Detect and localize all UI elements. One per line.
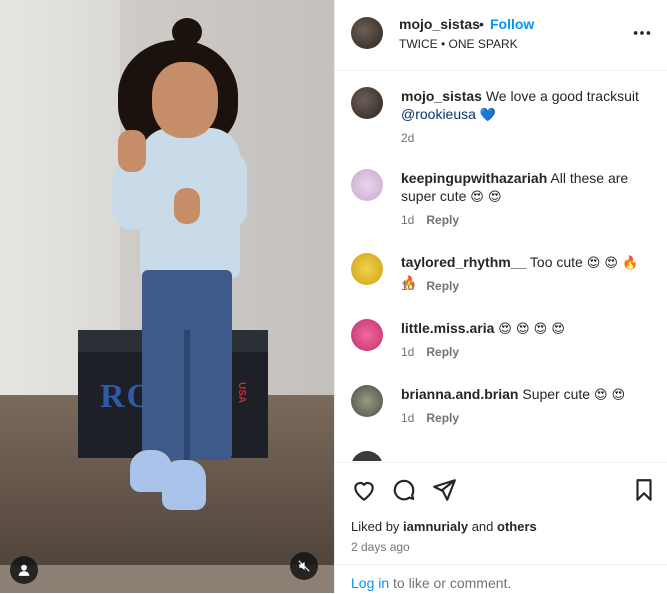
comment-time: 1d <box>401 279 415 293</box>
owner-avatar[interactable] <box>351 17 383 49</box>
comment-content: little.miss.aria 😍 😍 😍 😍 <box>401 319 656 339</box>
comment-emoji: 😍 😍 <box>593 388 626 403</box>
bookmark-icon[interactable] <box>631 477 657 503</box>
post-date: 2 days ago <box>351 540 410 554</box>
reply-button[interactable]: Reply <box>426 411 459 425</box>
audio-track-link[interactable]: TWICE • ONE SPARK <box>399 37 518 51</box>
share-paper-plane-icon[interactable] <box>431 477 457 503</box>
comment-time: 1d <box>401 411 415 425</box>
login-prompt: Log in to like or comment. <box>351 575 511 591</box>
likes-summary: Liked by iamnurialy and others <box>351 519 537 534</box>
liked-and: and <box>471 519 494 534</box>
login-text: to like or comment. <box>393 575 512 591</box>
reply-button[interactable]: Reply <box>426 345 459 359</box>
comment-username[interactable]: little.miss.aria <box>401 320 494 336</box>
post-header: mojo_sistas • Follow TWICE • ONE SPARK <box>335 0 667 71</box>
tagged-user-button[interactable] <box>10 556 38 584</box>
child-bun <box>172 18 202 46</box>
separator-dot: • <box>479 16 484 32</box>
comment-username[interactable]: taylored_rhythm__ <box>401 254 526 270</box>
caption-text: mojo_sistas We love a good tracksuit @ro… <box>401 87 656 125</box>
child-hand <box>174 188 200 224</box>
reply-button[interactable]: Reply <box>426 279 459 293</box>
child-shoe <box>162 460 206 510</box>
comment-meta: 1d Reply <box>401 345 459 359</box>
post-media[interactable]: RO E USA <box>0 0 334 593</box>
comment-time: 2d <box>401 131 415 145</box>
rug <box>0 565 334 593</box>
login-bar: Log in to like or comment. <box>335 564 667 594</box>
comment-content: brianna.and.brian Super cute 😍 😍 <box>401 385 656 405</box>
login-link[interactable]: Log in <box>351 575 389 591</box>
comment-time: 1d <box>401 213 415 227</box>
comment-meta: 1d Reply <box>401 213 459 227</box>
user-icon <box>18 564 30 576</box>
mention-link[interactable]: @rookieusa <box>401 106 476 122</box>
comment-bubble-icon[interactable] <box>391 477 417 503</box>
comment-text: Too cute <box>529 254 583 270</box>
comment-text: Super cute <box>522 386 591 402</box>
comments-list[interactable]: mojo_sistas We love a good tracksuit @ro… <box>335 71 667 461</box>
liked-others-link[interactable]: others <box>497 519 537 534</box>
comment-content: keepingupwithazariah All these are super… <box>401 169 656 207</box>
more-options-icon[interactable] <box>631 22 653 44</box>
child-hand <box>118 130 146 172</box>
pants-split <box>184 330 190 460</box>
comment-username[interactable]: keepingupwithazariah <box>401 170 547 186</box>
owner-username[interactable]: mojo_sistas <box>399 16 480 32</box>
comment-meta: 1d Reply <box>401 411 459 425</box>
comment-username[interactable]: mojo_sistas <box>401 88 482 104</box>
comment-text: We love a good tracksuit <box>485 88 639 104</box>
avatar[interactable] <box>351 451 383 461</box>
comment-emoji: 😍 😍 😍 😍 <box>498 322 565 337</box>
speaker-muted-icon <box>298 560 310 572</box>
avatar[interactable] <box>351 253 383 285</box>
comment-meta: 2d <box>401 131 414 145</box>
box-logo-sub: USA <box>236 382 247 404</box>
comment-time: 1d <box>401 345 415 359</box>
reply-button[interactable]: Reply <box>426 213 459 227</box>
post-actions: Liked by iamnurialy and others 2 days ag… <box>335 462 667 593</box>
avatar[interactable] <box>351 87 383 119</box>
mute-button[interactable] <box>290 552 318 580</box>
avatar[interactable] <box>351 385 383 417</box>
liked-prefix: Liked by <box>351 519 400 534</box>
like-heart-icon[interactable] <box>351 477 377 503</box>
avatar[interactable] <box>351 169 383 201</box>
comment-meta: 1d Reply <box>401 279 459 293</box>
avatar[interactable] <box>351 319 383 351</box>
child-face <box>152 62 218 138</box>
post-panel: mojo_sistas • Follow TWICE • ONE SPARK m… <box>334 0 667 593</box>
comment-emoji: 😍 😍 <box>470 190 502 205</box>
liked-user-link[interactable]: iamnurialy <box>403 519 468 534</box>
blue-heart-emoji: 💙 <box>479 108 496 123</box>
comment-username[interactable]: brianna.and.brian <box>401 386 518 402</box>
follow-button[interactable]: Follow <box>490 16 534 32</box>
